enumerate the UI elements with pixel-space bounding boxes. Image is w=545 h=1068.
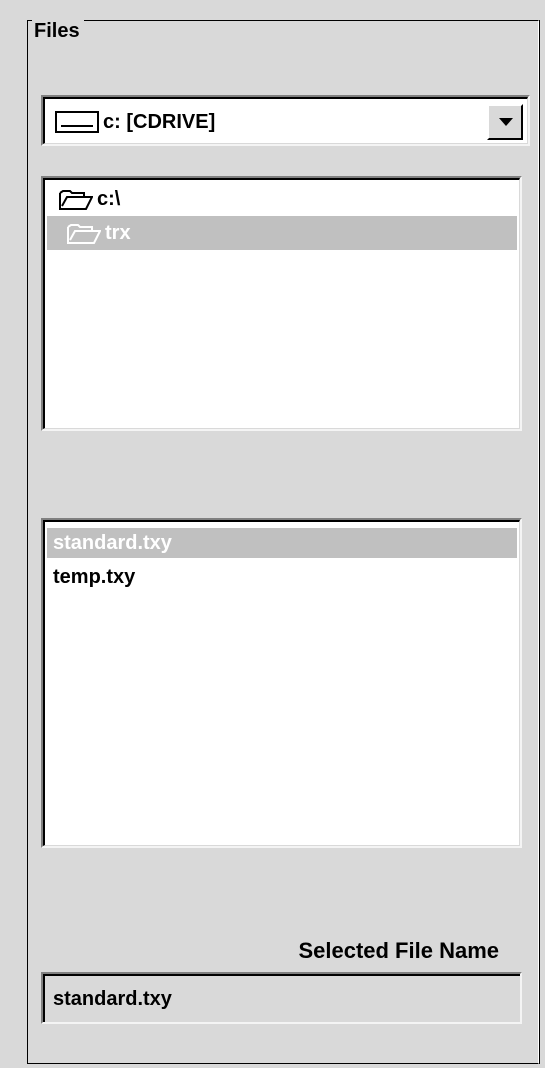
drive-dropdown-button[interactable] [487,104,523,140]
drive-select[interactable]: c: [CDRIVE] [41,95,530,146]
open-folder-icon [59,190,93,210]
selected-file-name-field: standard.txy [41,972,522,1024]
file-item[interactable]: standard.txy [47,528,517,558]
file-item[interactable]: temp.txy [47,562,517,592]
file-list[interactable]: standard.txy temp.txy [41,518,522,848]
open-folder-icon [67,224,101,244]
directory-list[interactable]: c:\ trx [41,176,522,431]
directory-item-label: trx [105,222,131,244]
files-group-title: Files [32,18,84,44]
directory-item-label: c:\ [97,188,121,210]
directory-item-trx[interactable]: trx [47,216,517,250]
drive-select-value: c: [CDRIVE] [103,111,216,133]
selected-file-name-value: standard.txy [53,988,172,1010]
drive-icon [55,111,99,133]
directory-item-root[interactable]: c:\ [47,182,517,216]
selected-file-name-label: Selected File Name [298,938,499,963]
